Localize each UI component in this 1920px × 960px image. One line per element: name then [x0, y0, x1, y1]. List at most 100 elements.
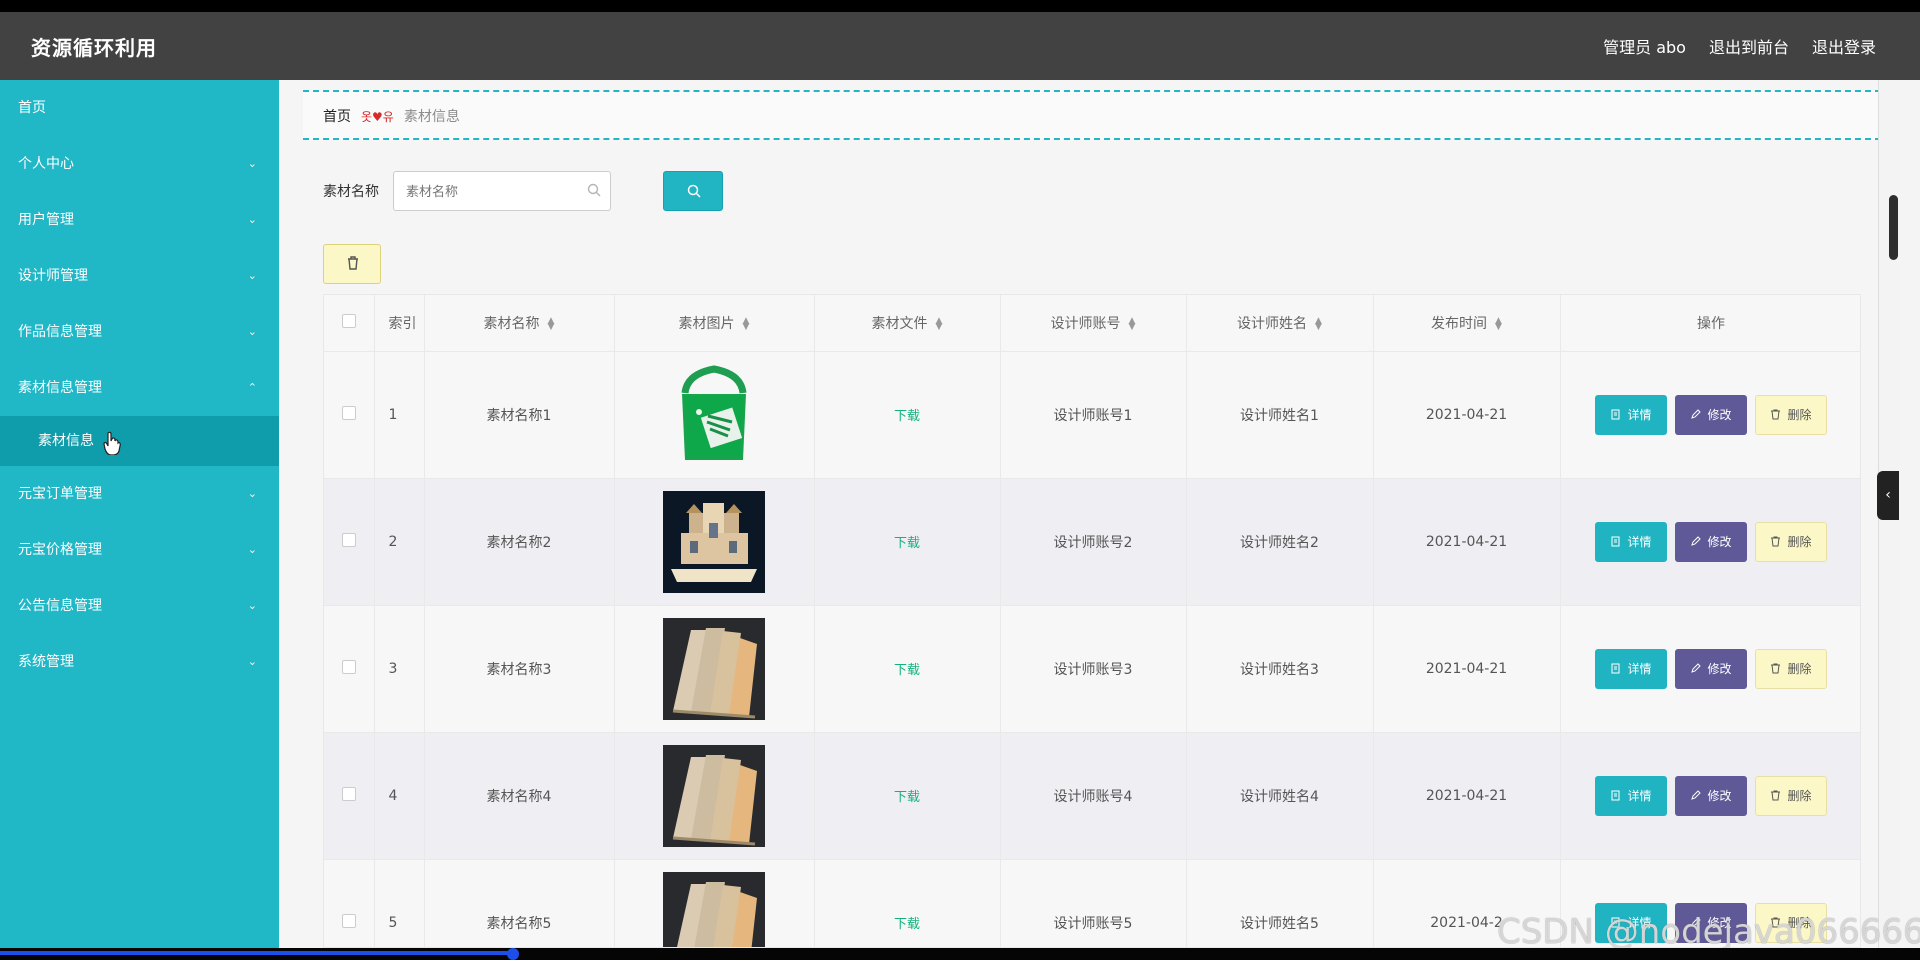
table-row: 1 素材名称1 下载 设计师账号1 设计师姓名1 2021-04-21 详情 修…: [324, 351, 1860, 479]
edit-label: 修改: [1707, 535, 1732, 549]
row-index: 2: [374, 478, 425, 606]
column-header-designer-account[interactable]: 设计师账号 ▲ ▼: [1000, 295, 1187, 352]
select-all-checkbox[interactable]: [341, 313, 356, 328]
row-checkbox[interactable]: [341, 532, 356, 547]
sidebar-item-ingot-order-management[interactable]: 元宝订单管理 ⌄: [0, 466, 279, 522]
sort-icon[interactable]: ▲ ▼: [1129, 316, 1136, 331]
edit-button[interactable]: 修改: [1675, 648, 1747, 689]
sort-icon[interactable]: ▲ ▼: [548, 316, 555, 331]
row-select-cell: [324, 605, 375, 733]
row-checkbox[interactable]: [341, 659, 356, 674]
sidebar-item-material-info-management[interactable]: 素材信息管理 ⌃: [0, 360, 279, 416]
material-file-cell: 下载: [814, 605, 1001, 733]
edit-icon: [1691, 409, 1702, 419]
sidebar-item-announcement-management[interactable]: 公告信息管理 ⌄: [0, 578, 279, 634]
material-name-input[interactable]: [406, 182, 576, 200]
designer-account-cell: 设计师账号3: [1000, 605, 1187, 733]
breadcrumb-home[interactable]: 首页: [323, 106, 351, 126]
edit-button[interactable]: 修改: [1675, 521, 1747, 562]
video-progress-handle[interactable]: [507, 948, 519, 960]
sidebar-item-label: 用户管理: [18, 212, 74, 228]
detail-label: 详情: [1627, 408, 1652, 422]
edit-button[interactable]: 修改: [1675, 775, 1747, 816]
edit-label: 修改: [1707, 662, 1732, 676]
delete-button[interactable]: 删除: [1755, 521, 1827, 562]
detail-button[interactable]: 详情: [1595, 521, 1667, 562]
exit-to-frontend-link[interactable]: 退出到前台: [1709, 34, 1789, 58]
row-checkbox[interactable]: [341, 913, 356, 928]
column-header-publish-time[interactable]: 发布时间 ▲ ▼: [1373, 295, 1561, 352]
sidebar-item-ingot-price-management[interactable]: 元宝价格管理 ⌄: [0, 522, 279, 578]
row-index: 1: [374, 351, 425, 479]
search-button[interactable]: [663, 171, 723, 211]
sidebar-menu: 首页 个人中心 ⌄ 用户管理 ⌄ 设计师管理 ⌄ 作品信息管理 ⌄ 素材信息管理 ⌃ 素材…: [0, 80, 279, 948]
sidebar-item-label: 设计师管理: [18, 268, 88, 284]
material-name-cell: 素材名称5: [424, 859, 615, 947]
column-header-label: 发布时间: [1431, 315, 1488, 332]
column-header-label: 设计师账号: [1050, 315, 1121, 332]
sidebar-item-label: 个人中心: [18, 156, 74, 172]
delete-button[interactable]: 删除: [1755, 648, 1827, 689]
download-link[interactable]: 下载: [894, 790, 920, 805]
sidebar-item-system-management[interactable]: 系统管理 ⌄: [0, 634, 279, 690]
delete-button[interactable]: 删除: [1755, 775, 1827, 816]
row-actions: 详情 修改 删除: [1561, 775, 1861, 816]
download-link[interactable]: 下载: [894, 536, 920, 551]
sidebar-item-designer-management[interactable]: 设计师管理 ⌄: [0, 248, 279, 304]
publish-time-cell: 2021-04-21: [1373, 605, 1561, 733]
sidebar-item-work-info-management[interactable]: 作品信息管理 ⌄: [0, 304, 279, 360]
delete-button[interactable]: 删除: [1755, 394, 1827, 435]
download-link[interactable]: 下载: [894, 917, 920, 932]
download-link[interactable]: 下载: [894, 409, 920, 424]
column-header-designer-name[interactable]: 设计师姓名 ▲ ▼: [1186, 295, 1374, 352]
sidebar-item-home[interactable]: 首页: [0, 80, 279, 136]
document-icon: [1611, 790, 1620, 801]
detail-label: 详情: [1627, 662, 1652, 676]
material-name-label: 素材名称: [323, 184, 379, 200]
download-link[interactable]: 下载: [894, 663, 920, 678]
column-header-material-image[interactable]: 素材图片 ▲ ▼: [614, 295, 815, 352]
chevron-down-icon: ⌄: [247, 599, 257, 612]
sidebar-item-label: 元宝订单管理: [18, 486, 102, 502]
select-all-cell: [324, 295, 375, 352]
detail-button[interactable]: 详情: [1595, 648, 1667, 689]
column-header-label: 素材名称: [483, 315, 540, 332]
row-checkbox[interactable]: [341, 786, 356, 801]
wood-samples-image: [663, 617, 765, 720]
column-header-material-file[interactable]: 素材文件 ▲ ▼: [814, 295, 1001, 352]
chevron-down-icon: ⌄: [247, 543, 257, 556]
chevron-down-icon: ⌄: [247, 157, 257, 170]
logout-link[interactable]: 退出登录: [1812, 34, 1876, 58]
batch-delete-button[interactable]: [323, 244, 381, 284]
row-checkbox[interactable]: [341, 405, 356, 420]
chevron-down-icon: ⌄: [247, 655, 257, 668]
trash-icon: [1771, 663, 1781, 674]
breadcrumb-items: 首页 옷♥유 素材信息: [323, 106, 460, 126]
material-name-search-field[interactable]: [393, 171, 611, 211]
edit-icon: [1691, 536, 1702, 546]
actions-cell: 详情 修改 删除: [1560, 351, 1860, 479]
page-scrollbar-thumb[interactable]: [1889, 195, 1898, 260]
sort-icon[interactable]: ▲ ▼: [936, 316, 943, 331]
detail-label: 详情: [1627, 789, 1652, 803]
edit-button[interactable]: 修改: [1675, 394, 1747, 435]
chevron-down-icon: ⌄: [247, 269, 257, 282]
sidebar-item-label: 素材信息管理: [18, 380, 102, 396]
sort-icon[interactable]: ▲ ▼: [743, 316, 750, 331]
material-image-cell: [614, 351, 815, 479]
breadcrumb: 首页 옷♥유 素材信息: [303, 90, 1881, 140]
sidebar-item-label: 首页: [18, 100, 46, 116]
column-header-material-name[interactable]: 素材名称 ▲ ▼: [424, 295, 615, 352]
edit-label: 修改: [1707, 789, 1732, 803]
sidebar-subitem-material-info[interactable]: 素材信息: [0, 416, 279, 466]
publish-time-cell: 2021-04-21: [1373, 351, 1561, 479]
sidebar-item-label: 元宝价格管理: [18, 542, 102, 558]
sort-icon[interactable]: ▲ ▼: [1315, 316, 1322, 331]
detail-button[interactable]: 详情: [1595, 394, 1667, 435]
sidebar-item-personal-center[interactable]: 个人中心 ⌄: [0, 136, 279, 192]
sort-icon[interactable]: ▲ ▼: [1495, 316, 1502, 331]
edit-label: 修改: [1707, 408, 1732, 422]
detail-button[interactable]: 详情: [1595, 775, 1667, 816]
collapse-sidebar-tab[interactable]: ‹: [1877, 471, 1899, 520]
sidebar-item-user-management[interactable]: 用户管理 ⌄: [0, 192, 279, 248]
